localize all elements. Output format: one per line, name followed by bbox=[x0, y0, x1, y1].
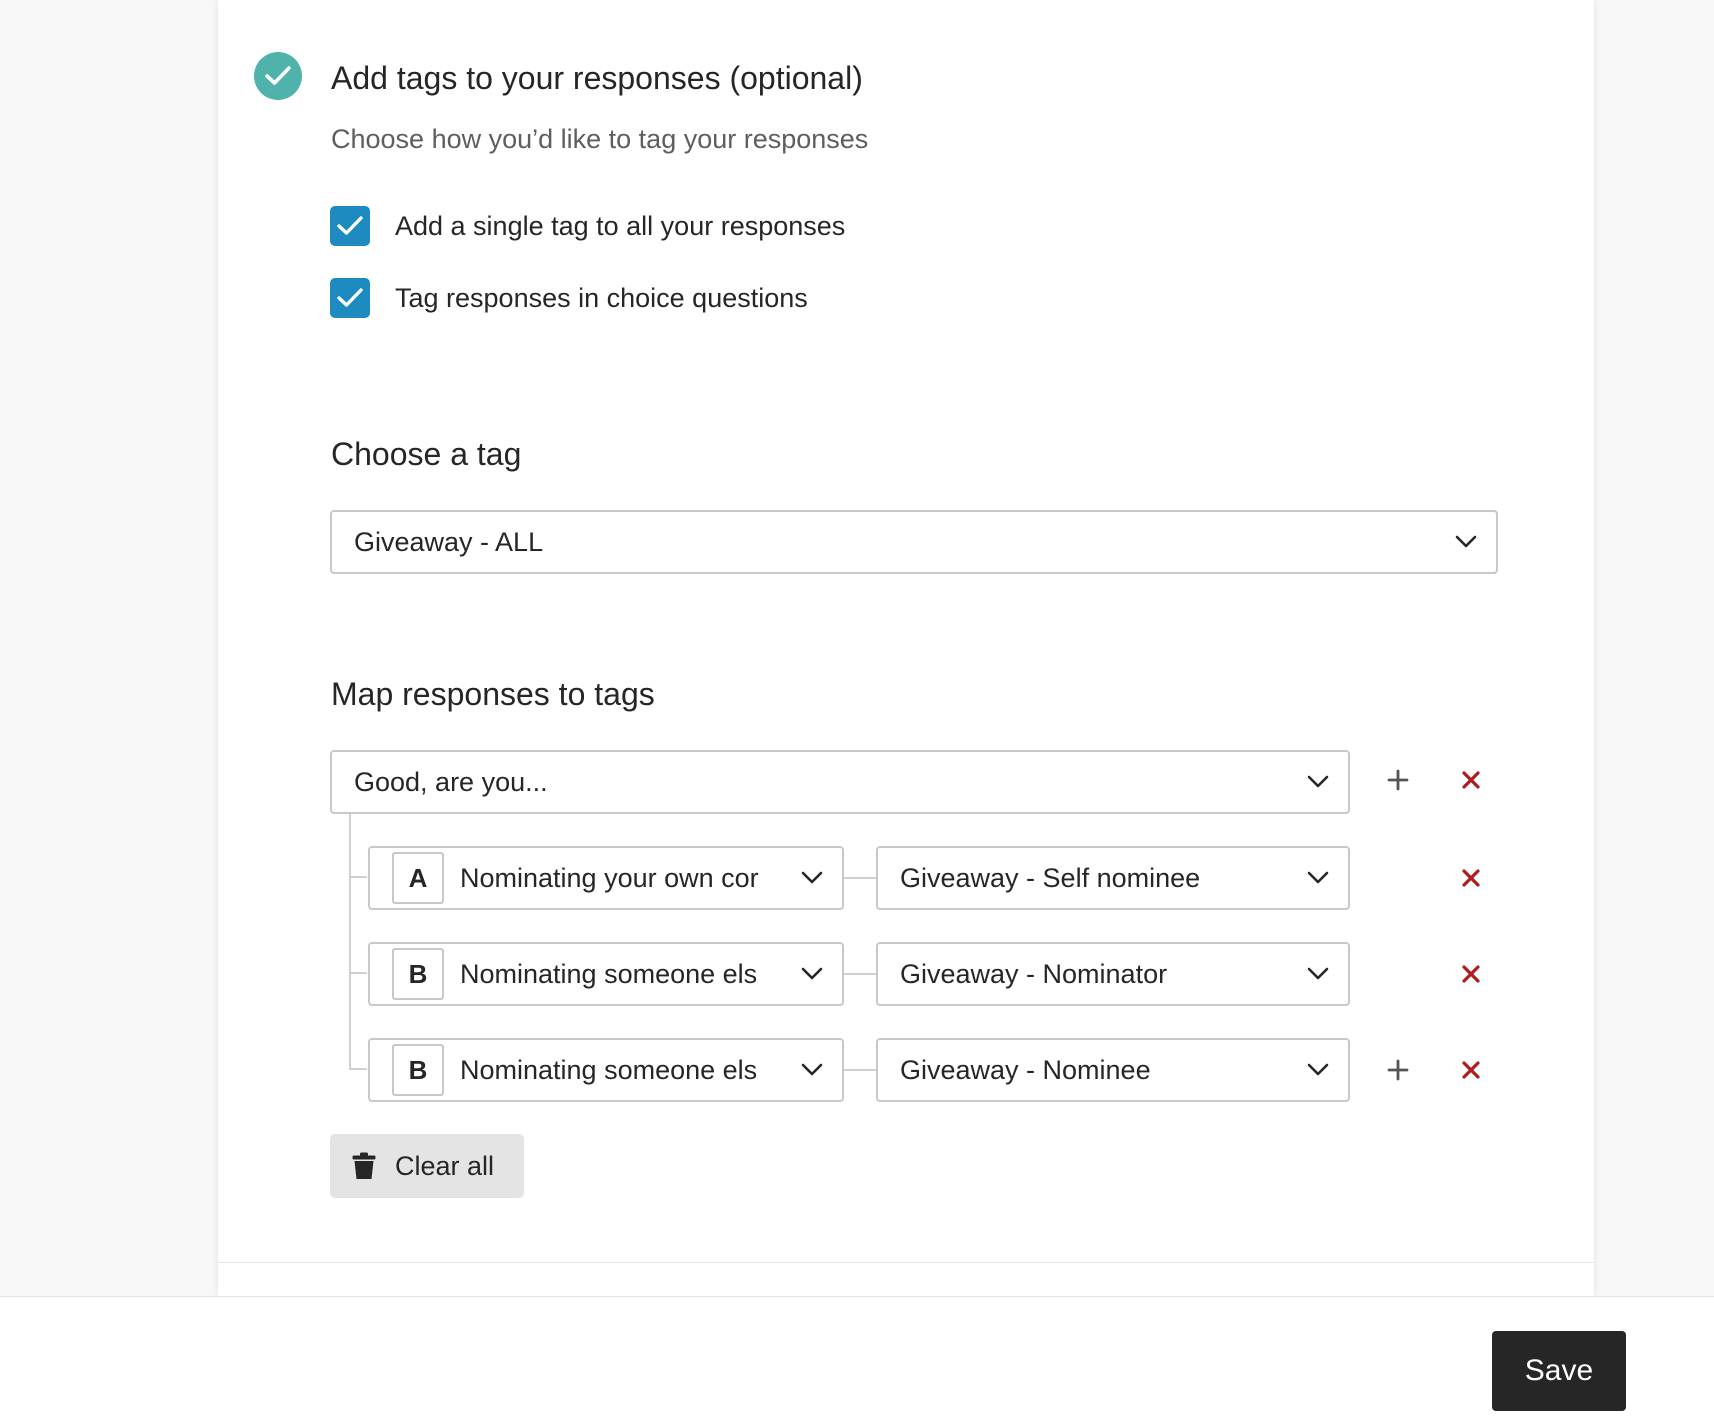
choose-tag-heading: Choose a tag bbox=[331, 436, 522, 472]
footer-bar: Save bbox=[0, 1296, 1714, 1428]
choice-letter: B bbox=[392, 948, 444, 1000]
choice-tag-checkbox[interactable] bbox=[330, 278, 370, 318]
tree-branch bbox=[349, 876, 367, 878]
close-icon bbox=[1462, 869, 1480, 887]
remove-question-button[interactable] bbox=[1451, 760, 1491, 800]
single-tag-label: Add a single tag to all your responses bbox=[395, 211, 846, 241]
card-divider bbox=[218, 1262, 1594, 1263]
clear-all-label: Clear all bbox=[395, 1151, 495, 1181]
tag-select-value: Giveaway - Self nominee bbox=[900, 863, 1201, 893]
tag-settings-card: Add tags to your responses (optional) Ch… bbox=[218, 0, 1594, 1296]
choice-select-value: Nominating your own cor bbox=[460, 863, 759, 893]
clear-all-button[interactable]: Clear all bbox=[330, 1134, 524, 1198]
chevron-down-icon bbox=[782, 1063, 842, 1077]
choice-tag-label: Tag responses in choice questions bbox=[395, 283, 808, 313]
row-connector bbox=[844, 973, 876, 975]
tag-select-a[interactable]: Giveaway - Self nominee bbox=[876, 846, 1350, 910]
plus-icon bbox=[1387, 769, 1409, 791]
chevron-down-icon bbox=[1288, 775, 1348, 789]
tag-select-b2[interactable]: Giveaway - Nominee bbox=[876, 1038, 1350, 1102]
choice-select-value: Nominating someone els bbox=[460, 1055, 758, 1085]
row-connector bbox=[844, 1069, 876, 1071]
remove-mapping-button[interactable] bbox=[1451, 858, 1491, 898]
step-title: Add tags to your responses (optional) bbox=[331, 60, 863, 96]
chevron-down-icon bbox=[1436, 535, 1496, 549]
choice-select-value: Nominating someone els bbox=[460, 959, 758, 989]
chevron-down-icon bbox=[1288, 1063, 1348, 1077]
tag-select-value: Giveaway - Nominator bbox=[900, 959, 1168, 989]
add-mapping-button[interactable] bbox=[1378, 1050, 1418, 1090]
choice-letter: B bbox=[392, 1044, 444, 1096]
tag-select-value: Giveaway - ALL bbox=[354, 527, 544, 557]
map-responses-heading: Map responses to tags bbox=[331, 676, 655, 712]
chevron-down-icon bbox=[782, 871, 842, 885]
chevron-down-icon bbox=[1288, 967, 1348, 981]
tree-branch bbox=[349, 972, 367, 974]
choice-letter: A bbox=[392, 852, 444, 904]
remove-mapping-button[interactable] bbox=[1451, 954, 1491, 994]
single-tag-option[interactable]: Add a single tag to all your responses bbox=[330, 206, 845, 246]
close-icon bbox=[1462, 1061, 1480, 1079]
close-icon bbox=[1462, 965, 1480, 983]
trash-icon bbox=[351, 1151, 377, 1181]
save-button[interactable]: Save bbox=[1492, 1331, 1626, 1411]
add-question-button[interactable] bbox=[1378, 760, 1418, 800]
check-circle-icon bbox=[254, 52, 302, 100]
close-icon bbox=[1462, 771, 1480, 789]
remove-mapping-button[interactable] bbox=[1451, 1050, 1491, 1090]
step-subtitle: Choose how you’d like to tag your respon… bbox=[331, 124, 869, 154]
choice-select-b2[interactable]: B Nominating someone els bbox=[368, 1038, 844, 1102]
plus-icon bbox=[1387, 1059, 1409, 1081]
chevron-down-icon bbox=[782, 967, 842, 981]
tree-branch bbox=[349, 1068, 367, 1070]
tag-select-b1[interactable]: Giveaway - Nominator bbox=[876, 942, 1350, 1006]
single-tag-checkbox[interactable] bbox=[330, 206, 370, 246]
chevron-down-icon bbox=[1288, 871, 1348, 885]
row-connector bbox=[844, 877, 876, 879]
tag-select-value: Giveaway - Nominee bbox=[900, 1055, 1151, 1085]
question-select[interactable]: Good, are you... bbox=[330, 750, 1350, 814]
choice-tag-option[interactable]: Tag responses in choice questions bbox=[330, 278, 808, 318]
choice-select-b1[interactable]: B Nominating someone els bbox=[368, 942, 844, 1006]
question-select-value: Good, are you... bbox=[354, 767, 548, 797]
tree-connector bbox=[349, 814, 351, 1068]
choice-select-a[interactable]: A Nominating your own cor bbox=[368, 846, 844, 910]
tag-select[interactable]: Giveaway - ALL bbox=[330, 510, 1498, 574]
